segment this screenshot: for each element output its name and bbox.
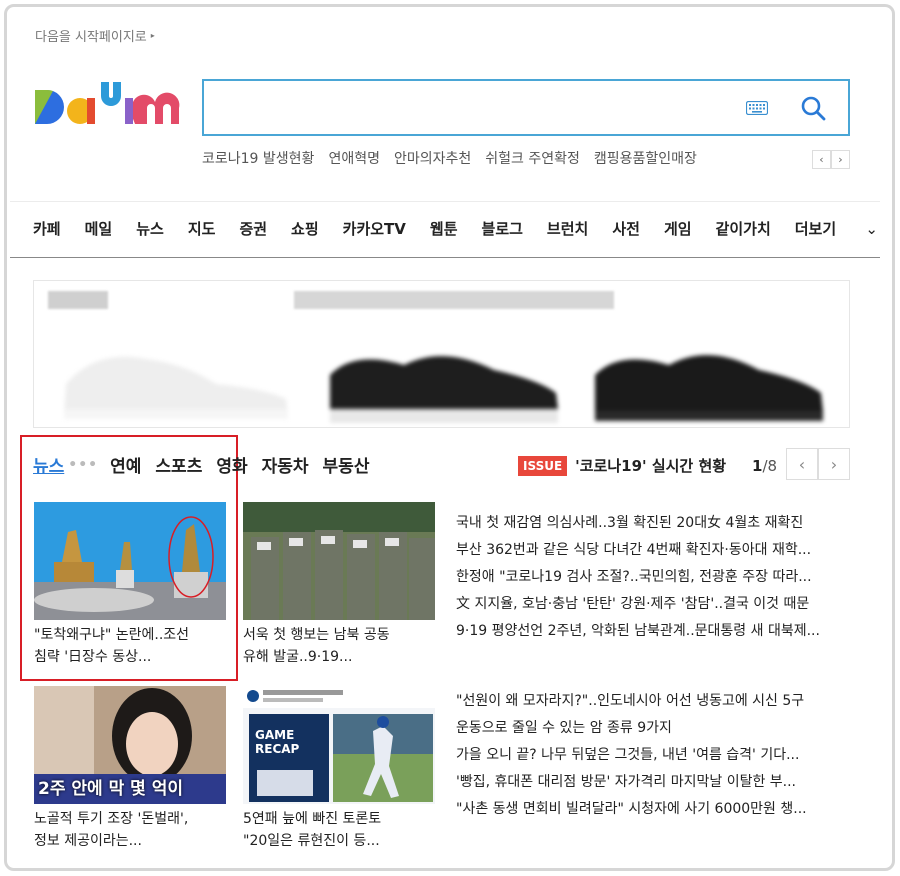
pager-current: 1 (752, 457, 763, 475)
tab-entertainment[interactable]: 연예 (110, 452, 141, 477)
tab-car[interactable]: 자동차 (262, 452, 309, 477)
trending-keyword[interactable]: 코로나19 발생현황 (202, 148, 314, 168)
thumbnail-overlay-text: GAME RECAP (255, 728, 300, 756)
caption-line: 유해 발굴..9·19... (243, 649, 353, 665)
headline-list: 국내 첫 재감염 의심사례..3월 확진된 20대女 4월초 재확진 부산 36… (456, 510, 820, 645)
trending-keyword[interactable]: 연애혁명 (328, 148, 380, 168)
headline-link[interactable]: 9·19 평양선언 2주년, 악화된 남북관계..문대통령 새 대북제... (456, 618, 820, 645)
nav-game[interactable]: 게임 (664, 218, 692, 239)
thumbnail-overlay-text: 2주 안에 막 몇 억이 (38, 779, 183, 799)
service-nav: 카페 메일 뉴스 지도 증권 쇼핑 카카오TV 웹툰 블로그 브런치 사전 게임… (33, 218, 900, 239)
tab-indicator-dots: ••• (68, 456, 99, 473)
news-caption: 5연패 늪에 빠진 토론토 "20일은 류현진이 등... (243, 808, 435, 852)
news-card[interactable]: GAME RECAP 5연패 늪에 빠진 토론토 "20일은 류현진이 등... (243, 686, 435, 852)
headline-link[interactable]: '빵집, 휴대폰 대리점 방문' 자가격리 마지막날 이탈한 부... (456, 769, 807, 796)
headline-link[interactable]: 가을 오니 끝? 나무 뒤덮은 그것들, 내년 '여름 습격' 기다... (456, 742, 807, 769)
caption-line: 정보 제공이라는... (34, 833, 142, 849)
headline-list: "선원이 왜 모자라지?"..인도네시아 어선 냉동고에 시신 5구 운동으로 … (456, 688, 807, 823)
chevron-right-icon[interactable]: › (831, 150, 850, 169)
headline-link[interactable]: 운동으로 줄일 수 있는 암 종류 9가지 (456, 715, 807, 742)
caption-line: "20일은 류현진이 등... (243, 833, 380, 849)
chevron-right-icon[interactable]: › (818, 448, 850, 480)
issue-bar: ISSUE '코로나19' 실시간 현황 (518, 455, 726, 476)
chevron-left-icon[interactable]: ‹ (812, 150, 831, 169)
headline-link[interactable]: "선원이 왜 모자라지?"..인도네시아 어선 냉동고에 시신 5구 (456, 688, 807, 715)
news-caption: "토착왜구냐" 논란에..조선 침략 '日장수 동상... (34, 624, 226, 668)
shoe-image (595, 355, 823, 421)
caption-line: 5연패 늪에 빠진 토론토 (243, 811, 382, 827)
nav-together-value[interactable]: 같이가치 (716, 218, 771, 239)
search-box (202, 79, 850, 136)
keyboard-icon[interactable] (746, 101, 768, 115)
headline-link[interactable]: 부산 362번과 같은 식당 다녀간 4번째 확진자·동아대 재학... (456, 537, 820, 564)
caption-line: 노골적 투기 조장 '돈벌래', (34, 811, 189, 827)
chevron-right-icon: ▸ (150, 31, 155, 40)
tab-news[interactable]: 뉴스 (33, 452, 64, 477)
chevron-down-icon: ⌄ (865, 220, 878, 238)
headline-link[interactable]: 한정애 "코로나19 검사 조절?..국민의힘, 전광훈 주장 따라... (456, 564, 820, 591)
issue-badge: ISSUE (518, 455, 568, 476)
nav-webtoon[interactable]: 웹툰 (430, 218, 458, 239)
tab-movie[interactable]: 영화 (216, 452, 247, 477)
nav-stock[interactable]: 증권 (239, 218, 267, 239)
headline-link[interactable]: 국내 첫 재감염 의심사례..3월 확진된 20대女 4월초 재확진 (456, 510, 820, 537)
nav-more[interactable]: 더보기 ⌄ (795, 218, 900, 239)
news-card[interactable]: 2주 안에 막 몇 억이 노골적 투기 조장 '돈벌래', 정보 제공이라는..… (34, 686, 226, 852)
shoe-image (330, 356, 558, 423)
caption-line: 침략 '日장수 동상... (34, 649, 152, 665)
news-thumbnail (34, 502, 226, 620)
nav-dictionary[interactable]: 사전 (612, 218, 640, 239)
blurred-ad-text (48, 291, 108, 309)
issue-pager-nav: ‹ › (786, 448, 850, 480)
news-card[interactable]: "토착왜구냐" 논란에..조선 침략 '日장수 동상... (34, 502, 226, 668)
caption-line: 서욱 첫 행보는 남북 공동 (243, 627, 390, 643)
nav-news[interactable]: 뉴스 (136, 218, 164, 239)
news-tabs: 뉴스 ••• 연예 스포츠 영화 자동차 부동산 (33, 452, 383, 478)
headline-link[interactable]: 文 지지율, 호남·충남 '탄탄' 강원·제주 '참담'..결국 이것 때문 (456, 591, 820, 618)
nav-shopping[interactable]: 쇼핑 (291, 218, 319, 239)
blurred-ad-text (294, 291, 614, 309)
nav-blog[interactable]: 블로그 (482, 218, 523, 239)
news-caption: 서욱 첫 행보는 남북 공동 유해 발굴..9·19... (243, 624, 435, 668)
nav-more-label: 더보기 (794, 220, 837, 238)
issue-link[interactable]: '코로나19' 실시간 현황 (575, 455, 726, 476)
tab-sports[interactable]: 스포츠 (155, 452, 202, 477)
news-thumbnail: GAME RECAP (243, 686, 435, 804)
start-page-label: 다음을 시작페이지로 (35, 30, 147, 45)
nav-mail[interactable]: 메일 (85, 218, 113, 239)
headline-link[interactable]: "사촌 동생 면회비 빌려달라" 시청자에 사기 6000만원 챙... (456, 796, 807, 823)
nav-cafe[interactable]: 카페 (33, 218, 61, 239)
issue-pager: 1/8 (752, 457, 777, 475)
news-thumbnail: 2주 안에 막 몇 억이 (34, 686, 226, 804)
pager-total: /8 (762, 457, 778, 475)
nav-kakaotv[interactable]: 카카오TV (343, 218, 406, 239)
daum-logo[interactable] (33, 78, 183, 138)
shoe-image (64, 356, 288, 419)
news-thumbnail (243, 502, 435, 620)
nav-brunch[interactable]: 브런치 (547, 218, 588, 239)
nav-map[interactable]: 지도 (188, 218, 216, 239)
search-icon[interactable] (800, 95, 826, 121)
tab-real-estate[interactable]: 부동산 (323, 452, 370, 477)
trending-keywords: 코로나19 발생현황 연애혁명 안마의자추천 쉬헐크 주연확정 캠핑용품할인매장 (202, 148, 697, 168)
ad-banner[interactable] (33, 280, 850, 428)
chevron-left-icon[interactable]: ‹ (786, 448, 818, 480)
divider (10, 257, 880, 258)
trending-keyword[interactable]: 쉬헐크 주연확정 (485, 148, 580, 168)
news-caption: 노골적 투기 조장 '돈벌래', 정보 제공이라는... (34, 808, 226, 852)
trending-keyword[interactable]: 캠핑용품할인매장 (594, 148, 697, 168)
set-start-page-link[interactable]: 다음을 시작페이지로 ▸ (35, 26, 155, 45)
trending-nav: ‹ › (812, 150, 850, 169)
news-card[interactable]: 서욱 첫 행보는 남북 공동 유해 발굴..9·19... (243, 502, 435, 668)
search-input[interactable] (214, 89, 734, 125)
caption-line: "토착왜구냐" 논란에..조선 (34, 627, 190, 643)
divider (10, 201, 880, 202)
trending-keyword[interactable]: 안마의자추천 (394, 148, 471, 168)
